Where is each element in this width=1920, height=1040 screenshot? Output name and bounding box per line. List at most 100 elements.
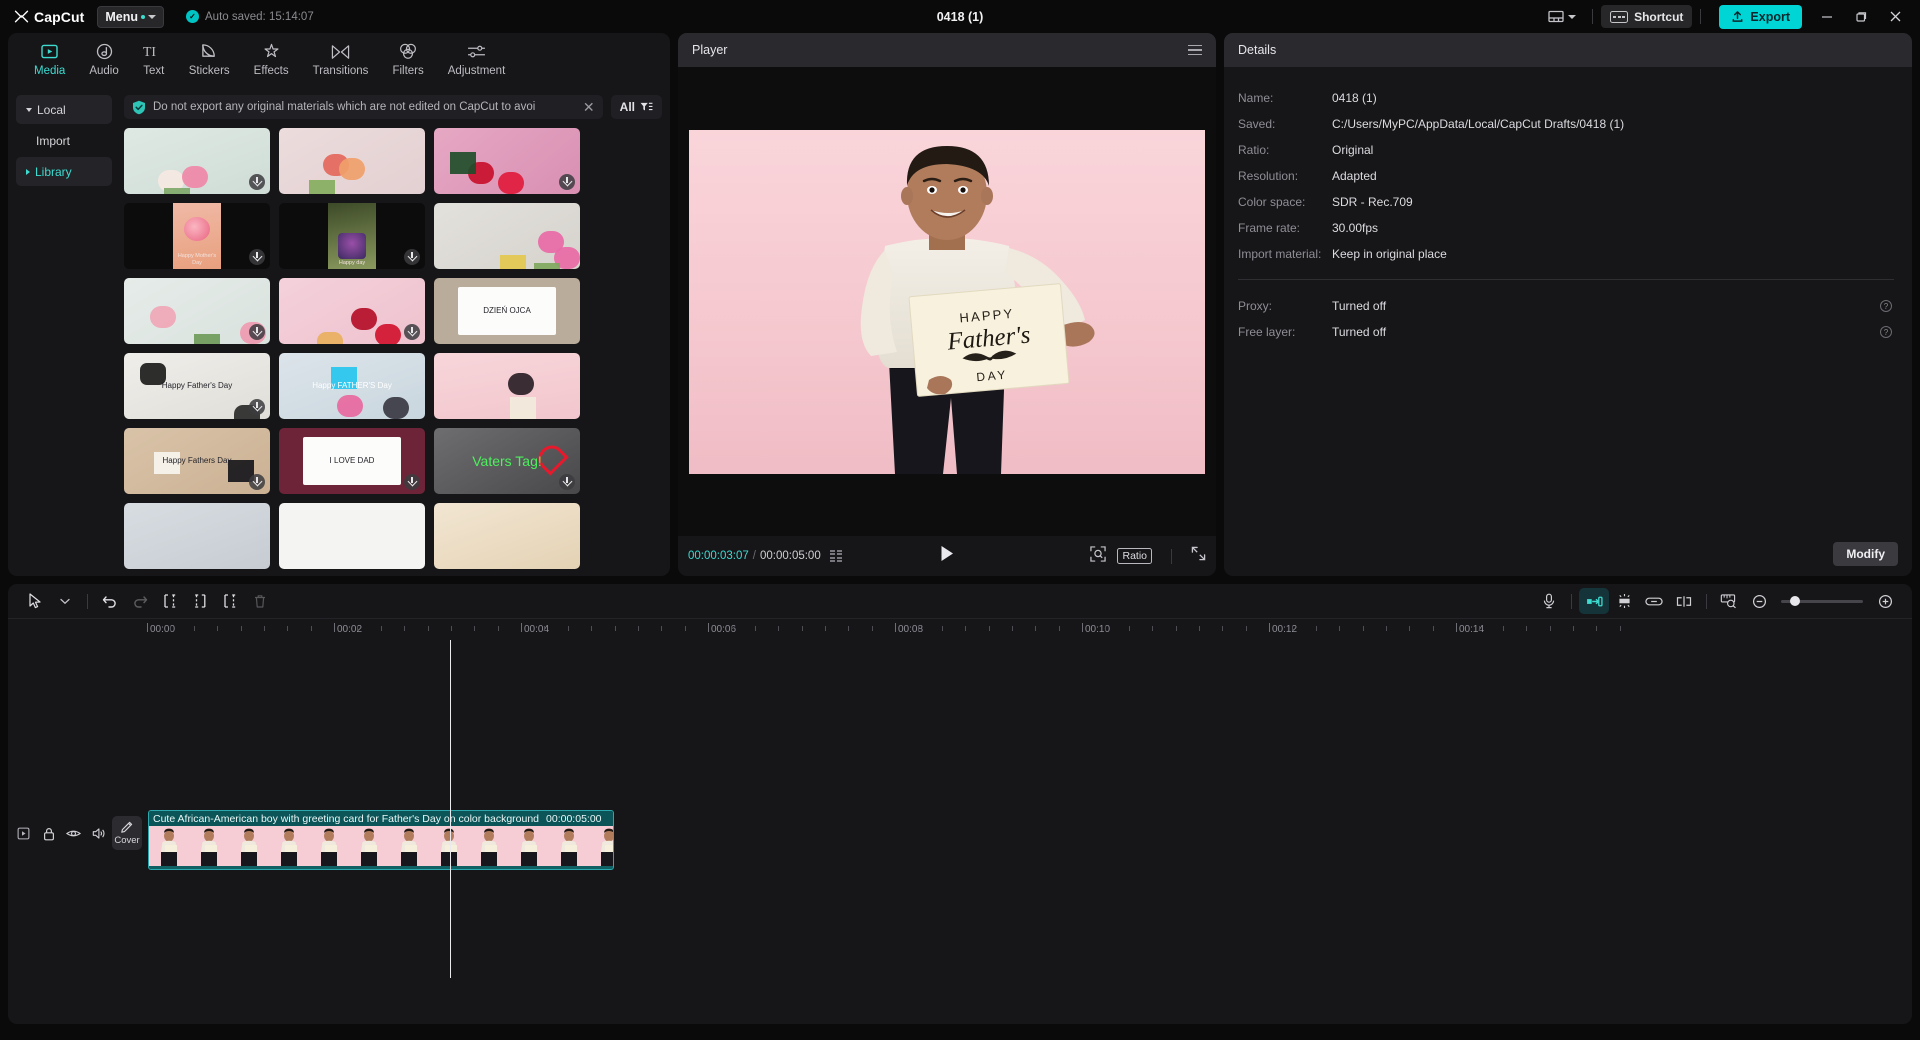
download-icon[interactable] — [249, 399, 265, 415]
ruler-tick-minor — [1479, 626, 1480, 631]
layout-button[interactable] — [1540, 10, 1584, 23]
close-icon[interactable]: ✕ — [579, 100, 595, 114]
timeline-ruler[interactable]: 00:0000:0200:0400:0600:0800:1000:1200:14 — [8, 618, 1912, 640]
download-icon[interactable] — [559, 174, 575, 190]
sidebar-item-import[interactable]: Import — [16, 126, 112, 155]
lock-icon — [43, 827, 55, 841]
media-thumbnail[interactable] — [279, 503, 425, 569]
timeline-clip[interactable]: Cute African-American boy with greeting … — [148, 810, 614, 870]
clip-frame — [269, 826, 309, 866]
mirror-button[interactable] — [1669, 588, 1699, 614]
media-thumbnail[interactable] — [124, 503, 270, 569]
svg-text:DAY: DAY — [976, 367, 1009, 384]
help-icon[interactable]: ? — [1880, 326, 1892, 338]
download-icon[interactable] — [404, 324, 420, 340]
export-button[interactable]: Export — [1719, 5, 1802, 29]
sidebar-item-local[interactable]: Local — [16, 95, 112, 124]
tab-text[interactable]: TI Text — [131, 39, 177, 80]
download-icon[interactable] — [249, 474, 265, 490]
tab-media[interactable]: Media — [22, 39, 77, 80]
media-thumbnail[interactable] — [124, 128, 270, 194]
ruler-tick-minor — [381, 626, 382, 631]
trim-right-button[interactable] — [215, 588, 245, 614]
media-thumbnail[interactable]: Vaters Tag! — [434, 428, 580, 494]
download-icon[interactable] — [404, 474, 420, 490]
record-button[interactable] — [1534, 588, 1564, 614]
redo-button[interactable] — [125, 588, 155, 614]
play-button[interactable] — [940, 545, 955, 567]
layout-icon — [1548, 10, 1564, 23]
media-thumbnail[interactable]: I LOVE DAD — [279, 428, 425, 494]
download-icon[interactable] — [559, 474, 575, 490]
tab-stickers[interactable]: Stickers — [177, 39, 242, 80]
zoom-out-button[interactable] — [1744, 588, 1774, 614]
tab-audio[interactable]: Audio — [77, 39, 130, 80]
track-visibility-button[interactable] — [66, 826, 81, 841]
media-thumbnail[interactable]: DZIEŃ OJCA — [434, 278, 580, 344]
media-thumbnail[interactable]: Happy Mother's Day — [124, 203, 270, 269]
track-mute-button[interactable] — [91, 826, 106, 841]
menu-button[interactable]: Menu — [97, 6, 164, 28]
zoom-fit-icon — [1090, 546, 1106, 562]
detail-label: Import material: — [1238, 247, 1332, 261]
hamburger-icon[interactable] — [1188, 45, 1202, 56]
frames-icon[interactable] — [830, 550, 842, 563]
media-thumbnail[interactable] — [434, 128, 580, 194]
snap-toggle[interactable] — [1579, 588, 1609, 614]
shortcut-button[interactable]: Shortcut — [1601, 5, 1692, 28]
cover-button[interactable]: Cover — [112, 816, 142, 850]
split-button[interactable] — [155, 588, 185, 614]
media-thumbnail[interactable]: Happy FATHER'S Day — [279, 353, 425, 419]
ruler-tick-major — [147, 623, 148, 632]
ruler-button[interactable] — [1714, 588, 1744, 614]
media-thumbnail[interactable] — [434, 353, 580, 419]
sidebar-item-library[interactable]: Library — [16, 157, 112, 186]
track-lock-button[interactable] — [41, 826, 56, 841]
zoom-in-button[interactable] — [1870, 588, 1900, 614]
clip-frame — [549, 826, 589, 866]
tab-filters[interactable]: Filters — [380, 39, 435, 80]
media-thumbnail[interactable]: Happy Fathers Day — [124, 428, 270, 494]
media-thumbnail[interactable]: Happy day — [279, 203, 425, 269]
track-main-icon[interactable] — [16, 826, 31, 841]
tool-dropdown[interactable] — [50, 588, 80, 614]
download-icon[interactable] — [249, 324, 265, 340]
close-button[interactable] — [1878, 0, 1912, 33]
zoom-slider[interactable] — [1781, 600, 1863, 603]
pencil-icon — [120, 820, 134, 834]
media-thumbnail[interactable] — [279, 278, 425, 344]
download-icon[interactable] — [249, 249, 265, 265]
media-thumbnail[interactable] — [434, 503, 580, 569]
minimize-button[interactable] — [1810, 0, 1844, 33]
chevron-down-icon — [26, 108, 32, 112]
tab-adjustment[interactable]: Adjustment — [436, 39, 518, 80]
autosave-label: Auto saved: 15:14:07 — [205, 11, 314, 23]
link-button[interactable] — [1639, 588, 1669, 614]
filter-all-button[interactable]: All — [611, 95, 662, 119]
media-thumbnail[interactable] — [434, 203, 580, 269]
help-icon[interactable]: ? — [1880, 300, 1892, 312]
thumbnail-art — [375, 324, 401, 344]
playhead[interactable] — [450, 640, 451, 978]
tab-effects[interactable]: Effects — [242, 39, 301, 80]
select-tool[interactable] — [20, 588, 50, 614]
delete-button[interactable] — [245, 588, 275, 614]
modify-button[interactable]: Modify — [1833, 542, 1898, 566]
maximize-button[interactable] — [1844, 0, 1878, 33]
media-thumbnail[interactable] — [124, 278, 270, 344]
tab-transitions[interactable]: Transitions — [301, 39, 381, 80]
download-icon[interactable] — [249, 174, 265, 190]
media-thumbnail[interactable]: Happy Father's Day — [124, 353, 270, 419]
ratio-button[interactable]: Ratio — [1117, 548, 1152, 564]
fullscreen-button[interactable] — [1191, 546, 1206, 566]
ruler-tick-minor — [615, 626, 616, 631]
detail-value: Turned off — [1332, 299, 1386, 313]
zoom-slider-knob[interactable] — [1790, 596, 1800, 606]
auto-adjust-button[interactable] — [1609, 588, 1639, 614]
media-thumbnail[interactable] — [279, 128, 425, 194]
zoom-fit-button[interactable] — [1090, 546, 1106, 567]
video-preview[interactable]: HAPPY Father's DAY — [689, 130, 1205, 474]
undo-button[interactable] — [95, 588, 125, 614]
download-icon[interactable] — [404, 249, 420, 265]
trim-left-button[interactable] — [185, 588, 215, 614]
